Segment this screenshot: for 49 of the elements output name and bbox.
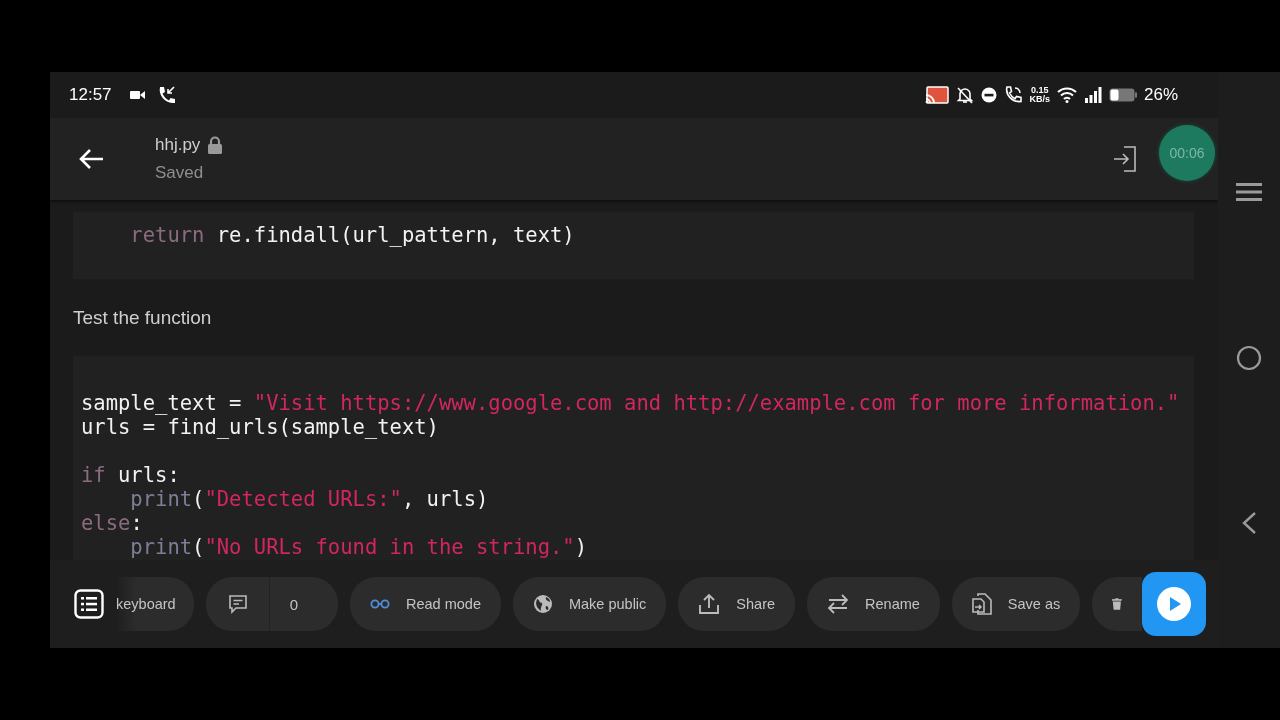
comments-button[interactable]: 0 <box>205 577 338 631</box>
network-speed: 0.15 <box>1030 86 1049 95</box>
paragraph-text: Test the function <box>73 307 213 329</box>
code-line: return re.findall(url_pattern, text) <box>129 223 576 247</box>
lock-icon <box>207 136 224 154</box>
toolbar-button[interactable]: keyboard <box>116 577 194 631</box>
video-camera-icon <box>129 90 146 100</box>
delete-button[interactable] <box>1092 577 1142 631</box>
do-not-disturb-icon <box>981 87 998 103</box>
glasses-icon <box>370 599 390 609</box>
upload-icon <box>698 593 721 615</box>
toolbar-button[interactable]: Share <box>678 577 796 631</box>
cast-icon <box>925 86 950 104</box>
run-button[interactable] <box>1142 572 1206 636</box>
file-title: hhj.py <box>155 135 201 155</box>
back-icon[interactable] <box>1240 511 1258 535</box>
list-icon <box>74 589 104 619</box>
signal-icon <box>1083 87 1102 103</box>
toolbar-button[interactable]: Save as <box>951 577 1081 631</box>
speed-unit: KB/s <box>1029 95 1050 104</box>
save-status: Saved <box>155 163 205 183</box>
code-line: if urls: <box>81 463 181 487</box>
muted-bell-icon <box>956 86 975 104</box>
exit-icon <box>1113 146 1137 172</box>
phone-icon <box>1004 86 1023 104</box>
outline-button[interactable] <box>74 589 104 619</box>
comment-icon <box>227 594 248 614</box>
trash-icon <box>1112 597 1122 611</box>
menu-icon[interactable] <box>1236 182 1262 202</box>
back-arrow-icon <box>78 148 104 170</box>
back-button[interactable] <box>78 148 104 170</box>
globe-icon <box>532 594 553 614</box>
swap-arrows-icon <box>827 594 850 614</box>
toolbar-button[interactable]: Rename <box>807 577 940 631</box>
battery-percent: 26% <box>1143 85 1178 105</box>
exit-button[interactable] <box>1113 146 1137 172</box>
save-copy-icon <box>971 593 992 615</box>
wifi-icon <box>1056 87 1077 103</box>
toolbar-button[interactable]: Read mode <box>350 577 501 631</box>
battery-icon <box>1108 88 1137 102</box>
home-icon[interactable] <box>1236 345 1262 371</box>
code-line: print("No URLs found in the string.") <box>129 535 589 559</box>
code-line: urls = find_urls(sample_text) <box>81 415 440 439</box>
code-line: else: <box>81 511 144 535</box>
toolbar-button[interactable]: Make public <box>512 577 667 631</box>
clock-time: 12:57 <box>69 85 112 105</box>
code-line: print("Detected URLs:", urls) <box>129 487 490 511</box>
play-icon <box>1156 586 1192 622</box>
code-line: sample_text = "Visit https://www.google.com and http://example.com for more information." <box>81 391 1181 415</box>
